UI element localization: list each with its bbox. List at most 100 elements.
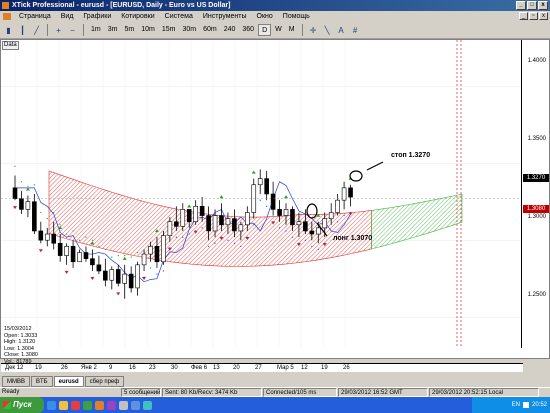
- menu-help[interactable]: Помощь: [278, 11, 315, 22]
- candle-body: [77, 252, 82, 263]
- status-traffic: Sent: 80 Kb/Recv: 3474 Kb: [162, 388, 262, 397]
- tf-weekly[interactable]: W: [272, 24, 285, 36]
- candle-body: [290, 209, 295, 226]
- ohlc-close: Close: 1.3080: [4, 352, 38, 358]
- sar-dot: [349, 211, 352, 214]
- tf-240[interactable]: 240: [221, 24, 239, 36]
- candle-body: [103, 270, 108, 281]
- candle-body: [96, 264, 102, 272]
- sar-dot: [137, 251, 139, 254]
- candle-body: [257, 178, 263, 186]
- sar-dot: [46, 218, 48, 220]
- menu-quotes[interactable]: Котировки: [116, 11, 159, 22]
- candle-body: [83, 252, 89, 259]
- sar-dot: [188, 233, 190, 235]
- candle-body: [225, 218, 231, 226]
- date-tick: 30: [171, 365, 178, 371]
- system-tray: EN 20:52: [472, 397, 550, 413]
- candle-body: [12, 187, 18, 199]
- text-tool-icon[interactable]: A: [335, 24, 348, 36]
- sar-dot: [149, 267, 152, 269]
- bar-chart-icon[interactable]: ▮: [2, 24, 15, 36]
- maximize-button[interactable]: □: [527, 1, 537, 10]
- candle-body: [38, 230, 44, 241]
- fractal-up-marker: [122, 256, 127, 260]
- ie-icon[interactable]: [47, 400, 56, 410]
- menu-tools[interactable]: Инструменты: [198, 11, 252, 22]
- tf-daily[interactable]: D: [258, 24, 272, 36]
- menu-view[interactable]: Вид: [56, 11, 79, 22]
- tab-vtb[interactable]: BTБ: [31, 376, 53, 387]
- candle-body: [180, 209, 186, 227]
- candle-chart-icon[interactable]: ┃: [16, 24, 29, 36]
- ohlc-high: High: 1.3120: [4, 339, 36, 345]
- price-axis[interactable]: 1.4000 1.3500 1.3000 1.2500 1.3270 1.308…: [521, 40, 549, 348]
- candle-body: [186, 209, 192, 223]
- date-tick: Дек 12: [5, 365, 24, 371]
- data-window-tab[interactable]: Data: [2, 41, 19, 50]
- date-axis[interactable]: Дек 12 19 26 Янв 2 9 16 23 30 Фев 6 13 2…: [1, 363, 523, 372]
- sar-dot: [227, 239, 229, 241]
- menu-system[interactable]: Система: [160, 11, 198, 22]
- price-chart[interactable]: [1, 40, 549, 375]
- skype-icon[interactable]: [143, 400, 152, 410]
- app-icon: [2, 2, 9, 9]
- tf-10m[interactable]: 10m: [138, 24, 158, 36]
- tf-30m[interactable]: 30m: [179, 24, 199, 36]
- fractal-down-marker: [90, 277, 95, 280]
- sar-dot: [53, 211, 55, 214]
- language-indicator[interactable]: EN: [512, 402, 520, 408]
- fractal-up-marker: [284, 195, 289, 199]
- candle-body: [25, 201, 31, 210]
- candle-body: [51, 233, 57, 244]
- explorer-icon[interactable]: [119, 400, 128, 410]
- tf-5m[interactable]: 5m: [121, 24, 137, 36]
- tab-eurusd[interactable]: eurusd: [53, 376, 84, 387]
- word-icon[interactable]: [131, 400, 140, 410]
- minimize-button[interactable]: _: [516, 1, 526, 10]
- start-button[interactable]: Пуск: [0, 397, 44, 413]
- line-chart-icon[interactable]: ╱: [30, 24, 43, 36]
- tf-15m[interactable]: 15m: [159, 24, 179, 36]
- tf-monthly[interactable]: M: [286, 24, 298, 36]
- media-icon[interactable]: [107, 400, 116, 410]
- trendline-icon[interactable]: ╲: [321, 24, 334, 36]
- sar-dot: [337, 221, 339, 223]
- tf-60m[interactable]: 60m: [200, 24, 220, 36]
- menu-charts[interactable]: Графики: [78, 11, 116, 22]
- sar-dot: [111, 256, 113, 258]
- zoom-out-icon[interactable]: −: [66, 24, 79, 36]
- tf-1m[interactable]: 1m: [88, 24, 104, 36]
- sar-dot: [272, 221, 274, 223]
- candle-body: [154, 246, 160, 263]
- sar-dot: [162, 270, 165, 272]
- candle-body: [245, 212, 250, 226]
- tab-mmbb[interactable]: MMBB: [2, 376, 30, 387]
- app-quicklaunch-icon[interactable]: [83, 400, 92, 410]
- folder-icon[interactable]: [59, 400, 68, 410]
- close-button[interactable]: x: [538, 1, 548, 10]
- crosshair-icon[interactable]: ✛: [307, 24, 320, 36]
- grid-icon[interactable]: #: [349, 24, 362, 36]
- tab-sber-pref[interactable]: сбер преф: [84, 376, 125, 387]
- mdi-minimize-button[interactable]: _: [519, 12, 528, 20]
- network-icon[interactable]: [522, 402, 529, 408]
- menu-page[interactable]: Страница: [14, 11, 56, 22]
- sar-dot: [240, 245, 242, 247]
- mdi-restore-button[interactable]: ▫: [529, 12, 538, 20]
- menu-window[interactable]: Окно: [252, 11, 278, 22]
- tf-3m[interactable]: 3m: [105, 24, 121, 36]
- status-messages[interactable]: 5 сообщений: [121, 388, 161, 397]
- document-icon: [3, 13, 11, 20]
- mdi-close-button[interactable]: x: [539, 12, 548, 20]
- fractal-up-marker: [251, 170, 256, 174]
- opera-icon[interactable]: [71, 400, 80, 410]
- tf-360[interactable]: 360: [239, 24, 257, 36]
- sar-dot: [214, 242, 216, 244]
- toolbar: ▮ ┃ ╱ + − 1m 3m 5m 10m 15m 30m 60m 240 3…: [0, 22, 550, 39]
- zoom-in-icon[interactable]: +: [52, 24, 65, 36]
- sar-dot: [104, 248, 106, 251]
- xtick-task-icon[interactable]: [95, 400, 104, 410]
- sar-dot: [291, 236, 294, 238]
- chart-window[interactable]: Data 1.4000 1.3500 1.3000 1.2500 1.3270 …: [0, 39, 550, 372]
